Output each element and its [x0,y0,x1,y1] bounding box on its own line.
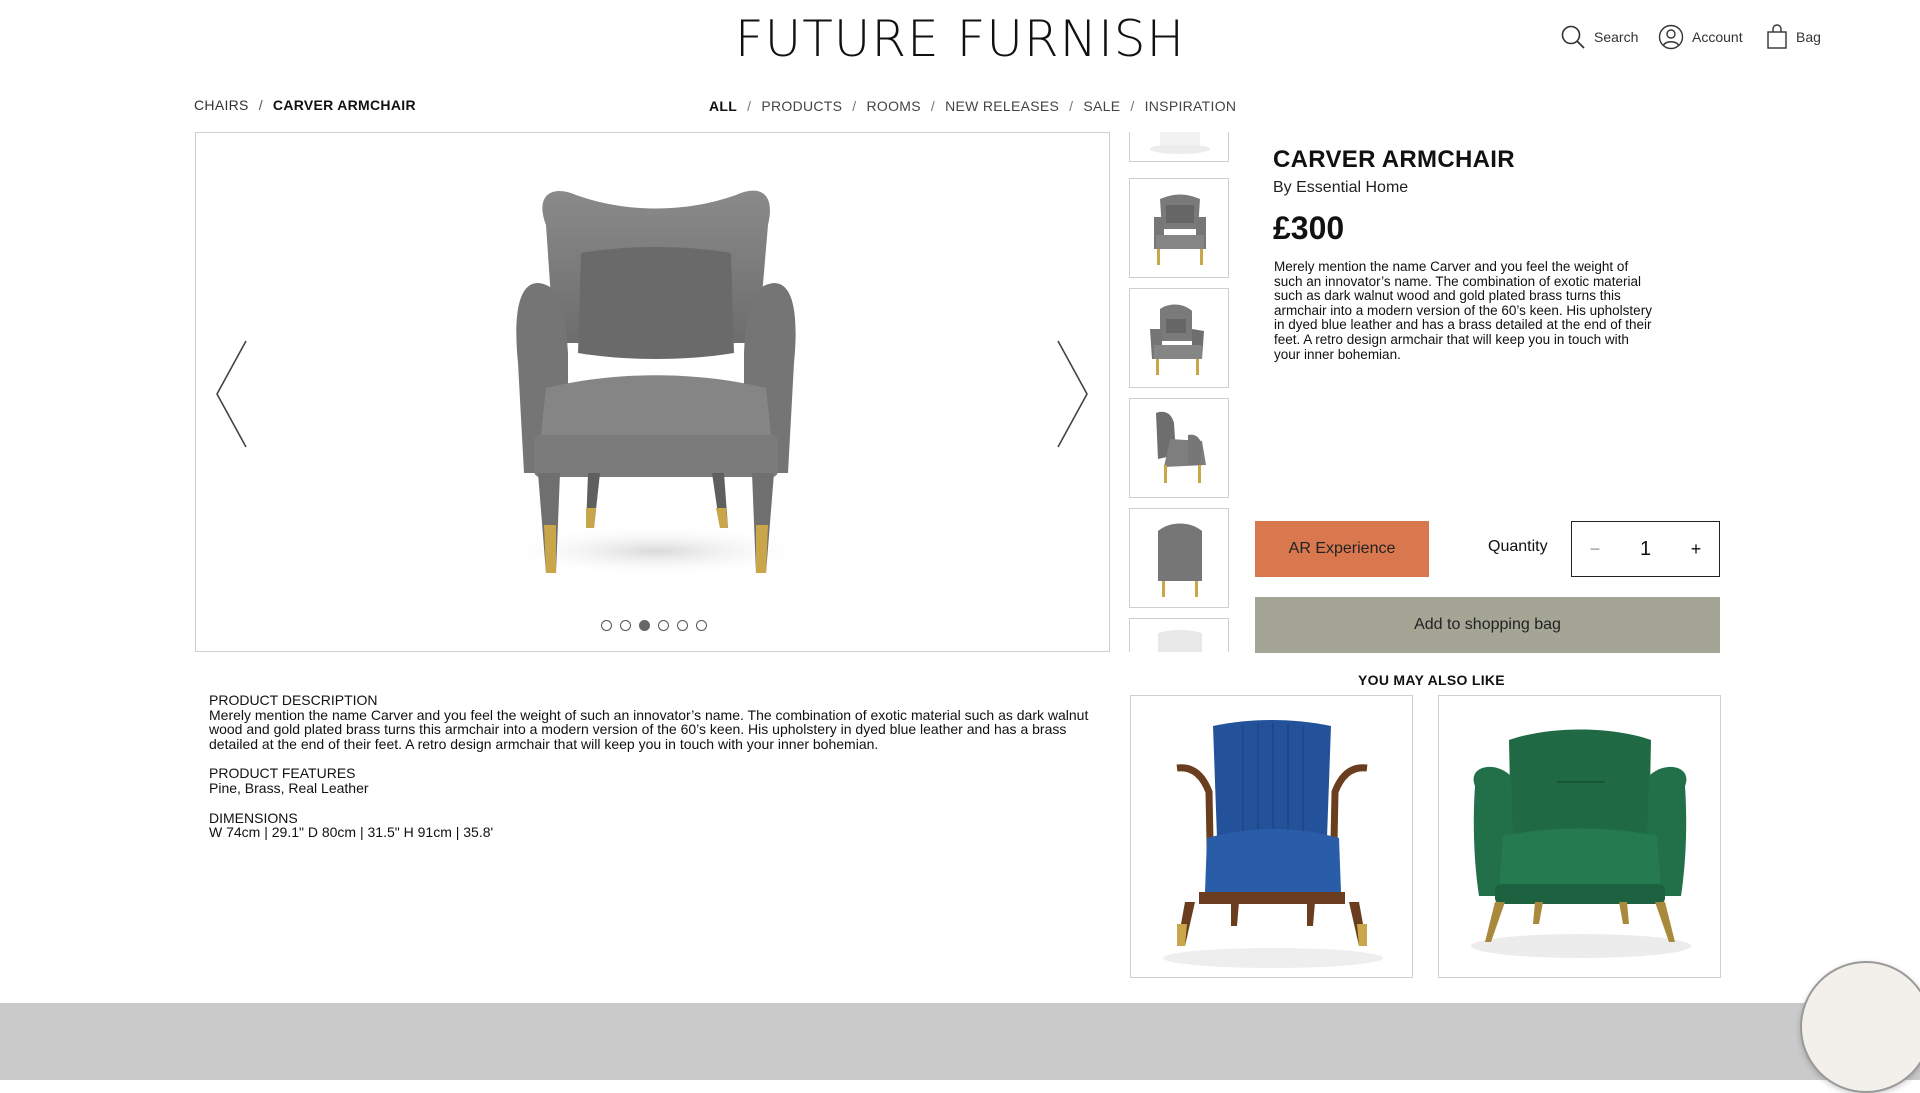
nav-item-inspiration[interactable]: INSPIRATION [1145,98,1237,114]
category-nav: ALL / PRODUCTS / ROOMS / NEW RELEASES / SALE / INS… [709,98,1236,114]
nav-separator: / [852,98,857,114]
carousel-dot[interactable] [658,620,669,631]
recommended-product-card[interactable] [1438,695,1721,978]
quantity-label: Quantity [1488,538,1548,555]
dimensions-text: W 74cm | 29.1" D 80cm | 31.5" H 91cm | 3… [209,824,494,841]
product-price: £300 [1273,210,1345,246]
armchair-thumbnail-image [1158,523,1202,597]
carousel-dots [601,620,707,631]
armchair-thumbnail-image [1154,194,1206,265]
recommended-product-card[interactable] [1130,695,1413,978]
nav-item-new-releases[interactable]: NEW RELEASES [945,98,1059,114]
thumbnail[interactable] [1129,132,1229,162]
quantity-stepper: − + [1571,521,1720,577]
product-image-carousel [195,132,1110,652]
breadcrumb-separator: / [258,97,263,113]
account-button[interactable]: Account [1658,24,1743,50]
thumbnail[interactable] [1129,508,1229,608]
carousel-dot-active[interactable] [639,620,650,631]
user-icon [1658,24,1684,50]
quantity-increase-button[interactable]: + [1673,522,1719,576]
description-text: Merely mention the name Carver and you f… [209,706,1089,752]
site-header: FUTURE FURNISH Search Account Bag [0,0,1920,80]
features-text: Pine, Brass, Real Leather [209,779,369,796]
bag-label: Bag [1796,29,1821,45]
product-details: PRODUCT DESCRIPTION Merely mention the n… [209,693,1089,840]
thumbnail-strip [1129,132,1230,652]
description-heading: PRODUCT DESCRIPTION [209,692,378,708]
armchair-thumbnail-image [1150,304,1204,375]
search-label: Search [1594,29,1639,45]
product-short-description: Merely mention the name Carver and you f… [1274,259,1652,362]
chat-launcher-button[interactable] [1800,961,1920,1093]
nav-separator: / [1130,98,1135,114]
nav-item-products[interactable]: PRODUCTS [761,98,842,114]
nav-item-all[interactable]: ALL [709,98,737,114]
quantity-input[interactable] [1618,537,1673,561]
search-icon [1560,24,1586,50]
bag-button[interactable]: Bag [1766,24,1821,50]
product-brand[interactable]: By Essential Home [1273,179,1408,197]
account-label: Account [1692,29,1743,45]
carousel-dot[interactable] [677,620,688,631]
add-to-bag-button[interactable]: Add to shopping bag [1255,597,1720,653]
nav-item-sale[interactable]: SALE [1083,98,1120,114]
armchair-thumbnail-image [1158,630,1202,652]
nav-separator: / [747,98,752,114]
nav-item-rooms[interactable]: ROOMS [867,98,921,114]
blue-armchair-image [1163,720,1383,968]
search-button[interactable]: Search [1560,24,1638,50]
thumbnail[interactable] [1129,288,1229,388]
breadcrumb: CHAIRS / CARVER ARMCHAIR [194,97,416,113]
carousel-next-button[interactable] [1054,339,1090,454]
thumbnail[interactable] [1129,618,1229,652]
thumbnail[interactable] [1129,178,1229,278]
features-heading: PRODUCT FEATURES [209,765,356,782]
nav-separator: / [1069,98,1074,114]
breadcrumb-current: CARVER ARMCHAIR [272,97,416,113]
chevron-left-icon [216,340,247,448]
armchair-thumbnail-image [1156,411,1206,483]
ar-experience-button[interactable]: AR Experience [1255,521,1429,577]
quantity-decrease-button[interactable]: − [1572,522,1618,576]
shopping-bag-icon [1766,24,1788,50]
thumbnail[interactable] [1129,398,1229,498]
armchair-thumbnail-image [1150,132,1210,154]
carousel-dot[interactable] [620,620,631,631]
nav-separator: / [930,98,936,114]
footer [0,1003,1920,1080]
carousel-dot[interactable] [696,620,707,631]
carousel-dot[interactable] [601,620,612,631]
armchair-main-image [496,190,816,577]
dimensions-heading: DIMENSIONS [209,809,298,826]
product-title: CARVER ARMCHAIR [1273,146,1515,173]
carousel-prev-button[interactable] [214,339,250,454]
also-like-title: YOU MAY ALSO LIKE [1358,672,1505,688]
green-armchair-image [1471,729,1691,958]
chevron-right-icon [1057,340,1088,448]
breadcrumb-chairs[interactable]: CHAIRS [194,97,249,113]
